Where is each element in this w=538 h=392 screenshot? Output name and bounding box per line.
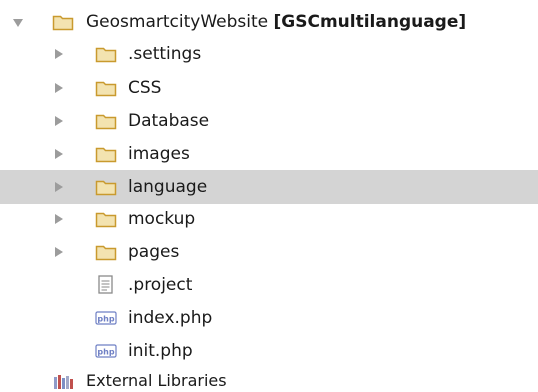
text-file-icon [95, 275, 117, 294]
file-label: init.php [128, 341, 193, 361]
file-label: index.php [128, 308, 213, 328]
folder-label: .settings [128, 44, 202, 64]
expand-arrow-icon[interactable] [55, 214, 63, 224]
folder-label: language [128, 177, 208, 197]
php-badge-text: php [97, 348, 114, 357]
collapse-arrow-icon[interactable] [13, 19, 23, 27]
expand-arrow-icon[interactable] [55, 182, 63, 192]
folder-label: CSS [128, 78, 162, 98]
folder-icon [95, 145, 117, 163]
folder-icon [95, 79, 117, 97]
tree-file-init-php[interactable]: php init.php [0, 335, 538, 367]
folder-label: pages [128, 242, 180, 262]
folder-icon [95, 178, 117, 196]
tree-folder-settings[interactable]: .settings [0, 38, 538, 70]
tree-folder-css[interactable]: CSS [0, 72, 538, 104]
tree-folder-images[interactable]: images [0, 138, 538, 170]
folder-icon [95, 45, 117, 63]
module-name-label: [GSCmultilanguage] [273, 12, 467, 32]
tree-root-row[interactable]: GeosmartcityWebsite [GSCmultilanguage] [0, 6, 538, 38]
file-label: .project [128, 275, 193, 295]
folder-icon [95, 112, 117, 130]
folder-label: images [128, 144, 190, 164]
folder-icon [95, 210, 117, 228]
tree-folder-mockup[interactable]: mockup [0, 203, 538, 235]
php-file-icon: php [95, 309, 117, 327]
php-file-icon: php [95, 342, 117, 360]
root-folder-name: GeosmartcityWebsite [86, 12, 269, 32]
expand-arrow-icon[interactable] [55, 49, 63, 59]
project-tree: GeosmartcityWebsite [GSCmultilanguage] .… [0, 0, 538, 392]
expand-arrow-icon[interactable] [55, 247, 63, 257]
external-libraries-label: External Libraries [86, 370, 227, 390]
folder-label: mockup [128, 209, 196, 229]
expand-arrow-icon[interactable] [55, 116, 63, 126]
expand-arrow-icon[interactable] [55, 83, 63, 93]
tree-folder-language[interactable]: language [0, 170, 538, 204]
root-folder-label: GeosmartcityWebsite [GSCmultilanguage] [86, 12, 466, 32]
php-badge-text: php [97, 315, 114, 324]
tree-file-project[interactable]: .project [0, 269, 538, 301]
library-icon [52, 372, 74, 390]
expand-arrow-icon[interactable] [55, 149, 63, 159]
folder-label: Database [128, 111, 210, 131]
tree-file-index-php[interactable]: php index.php [0, 302, 538, 334]
folder-icon [95, 243, 117, 261]
folder-icon [52, 13, 74, 31]
tree-folder-pages[interactable]: pages [0, 236, 538, 268]
tree-external-libraries[interactable]: External Libraries [0, 364, 538, 392]
tree-folder-database[interactable]: Database [0, 105, 538, 137]
